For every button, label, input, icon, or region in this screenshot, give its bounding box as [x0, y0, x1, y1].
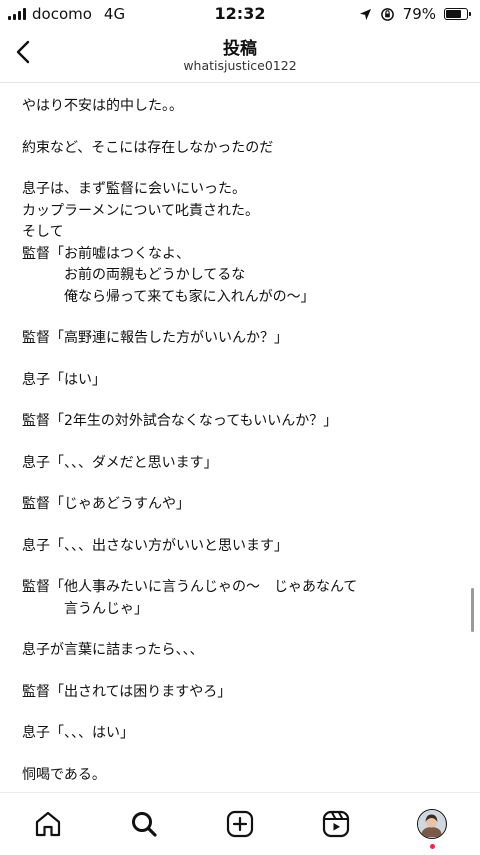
home-icon [35, 811, 61, 837]
caption-paragraph: 息子は、まず監督に会いにいった。 カップラーメンについて叱責された。 そして監督「お… [22, 179, 462, 308]
tab-reels[interactable] [319, 807, 353, 841]
username-link[interactable]: whatisjustice0122 [0, 58, 480, 73]
tab-search[interactable] [127, 807, 161, 841]
caption-paragraph: 約束など、そこには存在しなかったのだ [22, 138, 462, 160]
tab-profile[interactable] [415, 807, 449, 841]
caption-line: 俺なら帰って来ても家に入れんがの〜」 [22, 288, 315, 305]
caption-paragraph: 息子「、、、はい」 [22, 723, 462, 745]
caption-paragraph: 監督「他人事みたいに言うんじゃの〜 じゃあなんて 言うんじゃ」 [22, 577, 462, 620]
caption-paragraph: 監督「出されては困りますやろ」 [22, 682, 462, 704]
caption-line: 監督「2年生の対外試合なくなってもいいんか？」 [22, 413, 338, 429]
plus-square-icon [226, 810, 254, 838]
post-caption: やはり不安は的中した。。 約束など、そこには存在しなかったのだ 息子は、まず監督に会… [22, 96, 462, 806]
caption-paragraph: やはり不安は的中した。。 [22, 96, 462, 118]
caption-line: 言うんじゃ」 [22, 600, 148, 617]
caption-line: お前の両親もどうかしてるな [22, 267, 246, 283]
scrollbar-thumb[interactable] [471, 588, 474, 632]
caption-line: 監督「高野連に報告した方がいいんか？」 [22, 330, 288, 346]
caption-paragraph: 息子「はい」 [22, 370, 462, 392]
page-title: 投稿 [223, 39, 257, 59]
caption-paragraph: 監督「高野連に報告した方がいいんか？」 [22, 328, 462, 350]
caption-line: 息子「はい」 [22, 371, 106, 388]
orientation-lock-icon [380, 7, 394, 21]
caption-line: 監督「お前嘘はつくなよ、 [22, 245, 190, 262]
caption-line: 監督「他人事みたいに言うんじゃの〜 じゃあなんて [22, 579, 358, 595]
caption-line: やはり不安は的中した。。 [22, 98, 183, 114]
search-icon [132, 812, 157, 837]
location-arrow-icon [359, 8, 371, 20]
caption-line: 息子「、、、はい」 [22, 725, 134, 741]
tab-home[interactable] [31, 807, 65, 841]
caption-paragraph: 監督「2年生の対外試合なくなってもいいんか？」 [22, 411, 462, 433]
battery-icon [444, 8, 471, 20]
caption-line: 監督「じゃあどうすんや」 [22, 496, 190, 512]
caption-paragraph: 息子「、、、出さない方がいいと思います」 [22, 536, 462, 558]
caption-line: 息子「、、、ダメだと思います」 [22, 454, 218, 471]
caption-paragraph: 息子「、、、ダメだと思います」 [22, 453, 462, 475]
caption-line: 息子が言葉に詰まったら、、、 [22, 642, 204, 658]
caption-line: そして [22, 224, 64, 240]
status-right: 79% [359, 5, 471, 23]
caption-line: 息子は、まず監督に会いにいった。 [22, 181, 246, 197]
caption-paragraph: 恫喝である。 [22, 765, 462, 787]
battery-percent: 79% [402, 5, 436, 23]
bottom-tab-bar [0, 792, 480, 855]
notification-dot [430, 844, 435, 849]
reels-icon [322, 810, 350, 838]
status-bar: docomo 4G 12:32 79% [0, 0, 480, 28]
caption-line: 監督「出されては困りますやろ」 [22, 683, 232, 700]
profile-photo [418, 810, 445, 838]
post-header: 投稿 whatisjustice0122 [0, 28, 480, 83]
caption-line: 息子「、、、出さない方がいいと思います」 [22, 537, 288, 554]
caption-line: 約束など、そこには存在しなかったのだ [22, 139, 274, 156]
avatar [417, 809, 447, 839]
caption-line: カップラーメンについて叱責された。 [22, 202, 260, 219]
tab-create[interactable] [223, 807, 257, 841]
caption-paragraph: 息子が言葉に詰まったら、、、 [22, 640, 462, 662]
caption-line: 恫喝である。 [22, 766, 106, 783]
caption-paragraph: 監督「じゃあどうすんや」 [22, 494, 462, 516]
